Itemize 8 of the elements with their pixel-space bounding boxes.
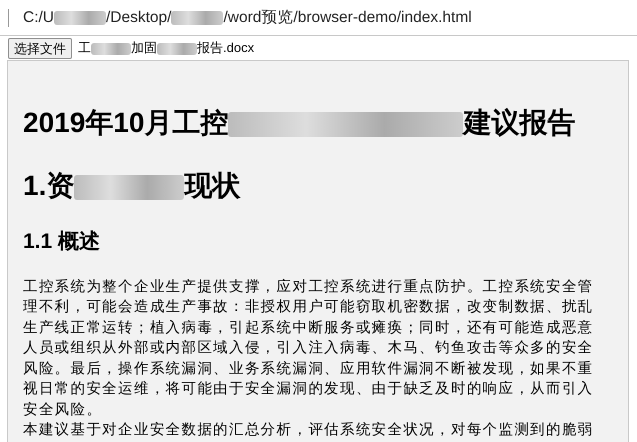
paragraph: 本建议基于对企业安全数据的汇总分析，评估系统安全状况，对每个监测到的脆弱 <box>23 420 594 440</box>
section-heading: 1.资 现状 <box>23 169 240 204</box>
choose-file-button[interactable]: 选择文件 <box>8 38 72 58</box>
subsection-heading: 1.1 概述 <box>23 229 100 256</box>
address-bar-url[interactable]: C:/U /Desktop/ /word预览/browser-demo/index.html <box>23 6 472 30</box>
file-name: 工 加固 报告.docx <box>78 39 254 58</box>
paragraph: 工控系统为整个企业生产提供支撑，应对工控系统进行重点防护。工控系统安全管 理不利，可能会造成生产事故：非授权用户可能窃取机密数据，改变制数据、扰乱 生产线正常运转；植入病毒，引起系统中断服务或瘫痪；同时，还有可能造成恶意 人员或组织从外部或内部区域入侵，引入注入病毒、木马、钓鱼攻击等众多的安全 风险。最后，操作系统漏洞、业务系统漏洞、应用软件漏洞不断被发现，如果不重 视日常的安全运维，将可能由于安全漏洞的发现、由于缺乏及时的响应，从而引入 安全风险。 <box>23 278 594 420</box>
report-title: 2019年10月工控 建议报告 <box>23 106 576 140</box>
